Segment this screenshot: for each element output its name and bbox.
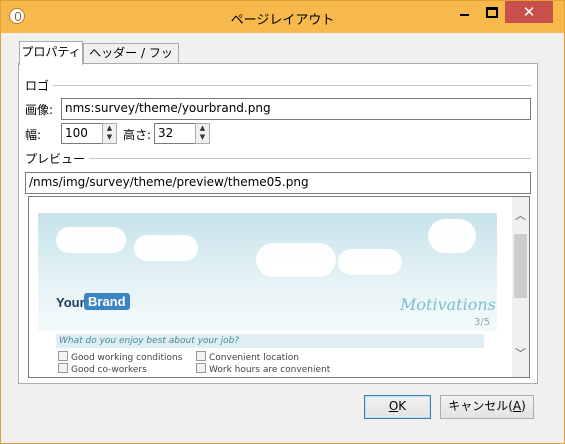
preview-option: Work hours are convenient [196,363,330,375]
width-spinner[interactable]: ▲ ▼ [102,123,117,144]
height-spinner[interactable]: ▲ ▼ [195,123,210,144]
preview-option: Convenient location [196,351,299,363]
preview-group-label: プレビュー [25,150,90,167]
width-input[interactable]: 100 [61,123,103,144]
cloud-shape [134,235,198,261]
page-layout-dialog: ページレイアウト ✕ プロパティ ヘッダー / フッター ロゴ 画像: nms:… [0,0,565,444]
tab-properties[interactable]: プロパティ [19,41,83,65]
minimize-button[interactable] [451,1,477,23]
spin-down-icon[interactable]: ▼ [103,133,116,142]
scroll-up-icon[interactable]: ︿ [512,207,529,224]
checkbox-icon [58,351,68,361]
logo-group-divider [47,85,531,86]
preview-banner: Your Brand Motivations 3/5 [38,213,497,331]
preview-option: Good co-workers [58,363,147,375]
tab-header-footer[interactable]: ヘッダー / フッター [83,43,179,78]
checkbox-icon [196,351,206,361]
preview-scrollbar[interactable]: ︿ ﹀ [512,197,529,377]
title-bar[interactable]: ページレイアウト ✕ [1,1,564,33]
brand-logo-badge: Brand [84,293,130,310]
preview-group-divider [75,158,531,159]
spin-up-icon[interactable]: ▲ [196,124,209,133]
checkbox-icon [196,363,206,373]
ok-button[interactable]: OK [364,395,431,419]
close-button[interactable]: ✕ [505,1,553,23]
image-label: 画像: [25,103,54,117]
preview-option: Good working conditions [58,351,182,363]
cloud-shape [428,219,476,253]
width-label: 幅: [25,128,42,142]
image-path-input[interactable]: nms:survey/theme/yourbrand.png [61,98,531,120]
cloud-shape [338,249,402,275]
preview-image-box: Your Brand Motivations 3/5 What do you e… [28,196,530,378]
maximize-button[interactable] [478,1,504,23]
height-label: 高さ: [123,128,152,142]
preview-path-input[interactable]: /nms/img/survey/theme/preview/theme05.pn… [25,172,531,194]
cloud-shape [256,243,336,277]
cancel-button[interactable]: キャンセル(A) [440,395,534,419]
cloud-shape [56,227,126,253]
preview-pager: 3/5 [474,317,491,328]
checkbox-icon [58,363,68,373]
height-input[interactable]: 32 [154,123,196,144]
spin-down-icon[interactable]: ▼ [196,133,209,142]
logo-group-label: ロゴ [25,77,54,94]
scroll-down-icon[interactable]: ﹀ [512,345,529,362]
preview-question: What do you enjoy best about your job? [56,334,484,348]
spin-up-icon[interactable]: ▲ [103,124,116,133]
brand-logo-text: Your [56,295,85,310]
scroll-thumb[interactable] [514,234,527,298]
preview-heading: Motivations [400,295,496,314]
